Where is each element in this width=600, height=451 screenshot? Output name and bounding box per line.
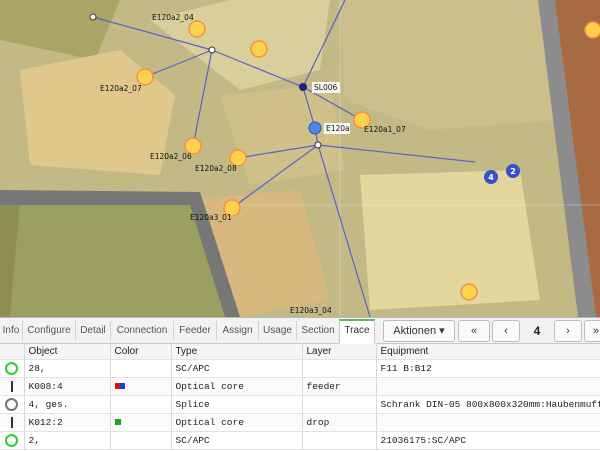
map-node[interactable] xyxy=(250,40,268,58)
connector-ring-icon xyxy=(5,362,19,375)
object-cell: 28, xyxy=(24,359,111,378)
junction-node[interactable] xyxy=(299,83,307,91)
last-page-button[interactable]: » xyxy=(584,320,600,342)
header-color[interactable]: Color xyxy=(110,344,172,360)
color-cell xyxy=(110,431,172,450)
prev-page-button[interactable]: ‹ xyxy=(492,320,520,342)
cluster-marker-label: 2 xyxy=(510,167,516,176)
color-swatch-green xyxy=(114,419,121,426)
node-label: E120a2_07 xyxy=(100,84,142,93)
node-label: E120a2_08 xyxy=(195,164,237,173)
layer-cell xyxy=(302,431,377,450)
row-icon-cell xyxy=(0,377,25,396)
equipment-cell: 21036175:SC/APC xyxy=(376,431,600,450)
color-cell xyxy=(110,359,172,378)
table-header-row: Object Color Type Layer Equipment xyxy=(0,344,600,360)
layer-cell: drop xyxy=(302,413,377,432)
map-node[interactable] xyxy=(188,20,206,38)
layer-cell xyxy=(302,395,377,414)
color-cell xyxy=(110,413,172,432)
trace-table: Object Color Type Layer Equipment 28, SC… xyxy=(0,344,600,450)
table-row[interactable]: 28, SC/APC F11 B:B12 xyxy=(0,359,600,378)
equipment-cell xyxy=(376,377,600,396)
row-icon-cell xyxy=(0,359,25,378)
object-cell: K012:2 xyxy=(24,413,111,432)
node-label: E120a3_04 xyxy=(290,306,332,315)
equipment-cell: Schrank DIN-05 800x800x320mm:Haubenmuffe xyxy=(376,395,600,414)
header-type[interactable]: Type xyxy=(171,344,303,360)
table-row[interactable]: 2, SC/APC 21036175:SC/APC xyxy=(0,431,600,450)
equipment-cell xyxy=(376,413,600,432)
map-node[interactable] xyxy=(460,283,478,301)
node-label: E120a xyxy=(326,124,350,133)
row-icon-cell xyxy=(0,413,25,432)
header-object[interactable]: Object xyxy=(24,344,111,360)
tab-configure[interactable]: Configure xyxy=(23,321,76,341)
tab-feeder[interactable]: Feeder xyxy=(174,321,217,341)
cluster-marker-label: 4 xyxy=(488,173,494,182)
tab-usage[interactable]: Usage xyxy=(259,321,297,341)
tab-assign[interactable]: Assign xyxy=(217,321,259,341)
core-line-icon xyxy=(10,416,13,428)
node-label: E120a3_01 xyxy=(190,213,232,222)
row-icon-cell xyxy=(0,431,25,450)
tab-bar: Info Configure Detail Connection Feeder … xyxy=(0,318,600,344)
table-row[interactable]: K012:2 Optical core drop xyxy=(0,413,600,432)
header-icon xyxy=(0,344,25,360)
node-label: E120a2_06 xyxy=(150,152,192,161)
connector-ring-icon xyxy=(5,434,19,447)
node-label: E120a2_04 xyxy=(152,13,194,22)
selected-node[interactable] xyxy=(308,121,322,135)
type-cell: Splice xyxy=(171,395,303,414)
header-equipment[interactable]: Equipment xyxy=(376,344,600,360)
color-swatch-blue xyxy=(119,383,125,390)
first-page-button[interactable]: « xyxy=(458,320,490,342)
object-cell: 4, ges. xyxy=(24,395,111,414)
page-number: 4 xyxy=(533,324,541,338)
tab-detail[interactable]: Detail xyxy=(76,321,111,341)
table-row[interactable]: K008:4 Optical core feeder xyxy=(0,377,600,396)
color-cell xyxy=(110,395,172,414)
layer-cell: feeder xyxy=(302,377,377,396)
object-cell: 2, xyxy=(24,431,111,450)
actions-dropdown[interactable]: Aktionen ▾ xyxy=(383,320,455,342)
aerial-map[interactable]: 4 2 E120a2_04 E120a2_07 SL006 E120a E120… xyxy=(0,0,600,317)
map-view[interactable]: 4 2 E120a2_04 E120a2_07 SL006 E120a E120… xyxy=(0,0,600,317)
splice-ring-icon xyxy=(5,398,19,411)
tab-trace[interactable]: Trace xyxy=(339,319,375,344)
color-cell xyxy=(110,377,172,396)
table-row[interactable]: 4, ges. Splice Schrank DIN-05 800x800x32… xyxy=(0,395,600,414)
node-label: SL006 xyxy=(314,83,337,92)
map-node[interactable] xyxy=(584,21,600,39)
node-label: E120a1_07 xyxy=(364,125,406,134)
type-cell: SC/APC xyxy=(171,431,303,450)
core-line-icon xyxy=(10,380,13,392)
tab-connection[interactable]: Connection xyxy=(111,321,174,341)
next-page-button[interactable]: › xyxy=(554,320,582,342)
type-cell: Optical core xyxy=(171,413,303,432)
type-cell: SC/APC xyxy=(171,359,303,378)
detail-panel: Info Configure Detail Connection Feeder … xyxy=(0,317,600,451)
tab-info[interactable]: Info xyxy=(0,321,23,341)
row-icon-cell xyxy=(0,395,25,414)
equipment-cell: F11 B:B12 xyxy=(376,359,600,378)
type-cell: Optical core xyxy=(171,377,303,396)
map-node[interactable] xyxy=(136,68,154,86)
layer-cell xyxy=(302,359,377,378)
tab-section[interactable]: Section xyxy=(297,321,340,341)
object-cell: K008:4 xyxy=(24,377,111,396)
header-layer[interactable]: Layer xyxy=(302,344,377,360)
